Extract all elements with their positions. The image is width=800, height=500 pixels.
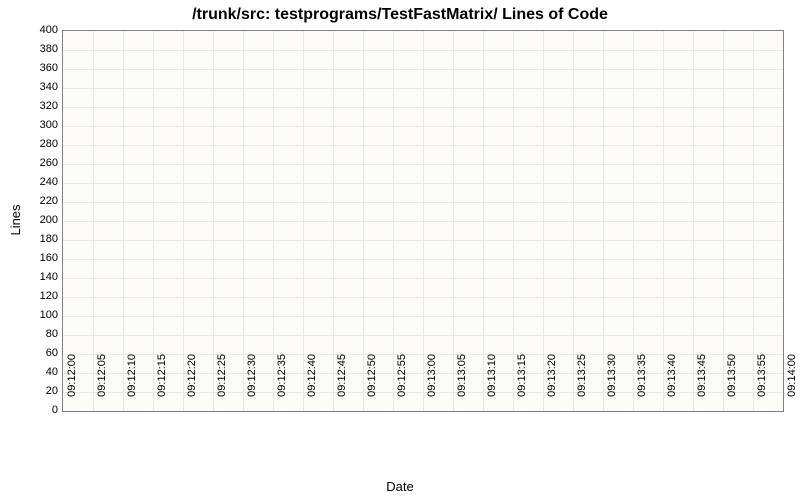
grid-line-v [363,31,364,411]
grid-line-v [273,31,274,411]
y-tick-label: 380 [8,43,58,55]
grid-line-v [633,31,634,411]
grid-line-v [153,31,154,411]
x-tick-label: 09:13:05 [456,354,468,414]
x-tick-label: 09:13:30 [606,354,618,414]
y-tick-label: 140 [8,271,58,283]
grid-line-v [483,31,484,411]
x-tick-label: 09:12:55 [396,354,408,414]
x-axis-label: Date [0,479,800,494]
x-tick-label: 09:12:20 [186,354,198,414]
grid-line-v [183,31,184,411]
x-tick-label: 09:13:20 [546,354,558,414]
y-tick-label: 100 [8,309,58,321]
y-tick-label: 60 [8,347,58,359]
grid-line-v [573,31,574,411]
x-tick-label: 09:13:35 [636,354,648,414]
x-tick-label: 09:13:55 [756,354,768,414]
grid-line-v [303,31,304,411]
y-tick-label: 400 [8,24,58,36]
loc-chart: /trunk/src: testprograms/TestFastMatrix/… [0,0,800,500]
y-axis-label: Lines [8,204,23,235]
grid-line-v [693,31,694,411]
x-tick-label: 09:12:50 [366,354,378,414]
y-tick-label: 360 [8,62,58,74]
grid-line-v [213,31,214,411]
grid-line-v [723,31,724,411]
x-tick-label: 09:12:15 [156,354,168,414]
y-tick-label: 300 [8,119,58,131]
grid-line-v [513,31,514,411]
grid-line-v [333,31,334,411]
grid-line-v [603,31,604,411]
chart-title: /trunk/src: testprograms/TestFastMatrix/… [0,6,800,24]
x-tick-label: 09:12:25 [216,354,228,414]
grid-line-v [393,31,394,411]
grid-line-v [423,31,424,411]
y-tick-label: 80 [8,328,58,340]
x-tick-label: 09:13:10 [486,354,498,414]
x-tick-label: 09:12:40 [306,354,318,414]
x-tick-label: 09:13:25 [576,354,588,414]
y-tick-label: 280 [8,138,58,150]
x-tick-label: 09:13:45 [696,354,708,414]
x-tick-label: 09:12:05 [96,354,108,414]
x-tick-label: 09:13:50 [726,354,738,414]
x-tick-label: 09:12:35 [276,354,288,414]
grid-line-v [453,31,454,411]
x-tick-label: 09:12:00 [66,354,78,414]
x-tick-label: 09:12:30 [246,354,258,414]
y-tick-label: 40 [8,366,58,378]
y-tick-label: 0 [8,404,58,416]
y-tick-label: 240 [8,176,58,188]
x-tick-label: 09:13:15 [516,354,528,414]
y-tick-label: 320 [8,100,58,112]
grid-line-v [243,31,244,411]
x-tick-label: 09:14:00 [786,354,798,414]
y-tick-label: 20 [8,385,58,397]
y-tick-label: 340 [8,81,58,93]
x-tick-label: 09:13:00 [426,354,438,414]
grid-line-v [663,31,664,411]
x-tick-label: 09:12:45 [336,354,348,414]
grid-line-v [93,31,94,411]
grid-line-v [543,31,544,411]
y-tick-label: 120 [8,290,58,302]
y-tick-label: 160 [8,252,58,264]
grid-line-v [753,31,754,411]
grid-line-v [123,31,124,411]
x-tick-label: 09:13:40 [666,354,678,414]
x-tick-label: 09:12:10 [126,354,138,414]
y-tick-label: 260 [8,157,58,169]
